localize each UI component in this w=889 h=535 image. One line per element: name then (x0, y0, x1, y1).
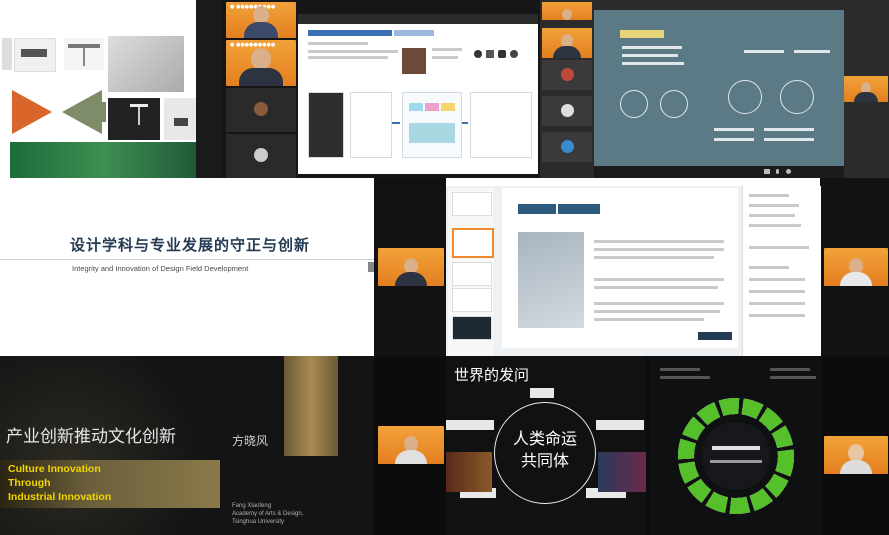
video-tile-off (542, 60, 592, 90)
video-tile: ● ●●●●●●●●● (226, 40, 296, 86)
speaker-info-line: Fang Xiaofeng (232, 503, 272, 509)
slide-title-en: Culture Innovation Through Industrial In… (8, 462, 111, 504)
title-en-line: Through (8, 477, 51, 489)
avatar (561, 140, 574, 153)
stone-image (284, 356, 338, 456)
diagram-circle (660, 90, 688, 118)
top-right-panel (540, 0, 889, 178)
speaker-name-cn: 方晓风 (232, 434, 269, 448)
slide-heading: 世界的发问 (454, 366, 530, 384)
speaker-info-line: Tsinghua University (232, 519, 285, 525)
flow-step (470, 92, 532, 158)
avatar (561, 104, 574, 117)
product-image (2, 38, 12, 70)
slide-title-en: Integrity and Innovation of Design Field… (72, 264, 249, 273)
video-tile (824, 248, 888, 286)
video-tile (824, 436, 888, 474)
video-tile-off (226, 134, 296, 178)
teal-diagram-slide (594, 10, 844, 166)
video-tile (542, 28, 592, 58)
mic-icon[interactable] (776, 169, 779, 174)
product-image (108, 36, 184, 92)
title-en-line: Culture Innovation (8, 463, 101, 475)
product-image (164, 98, 198, 140)
avatar (561, 68, 574, 81)
green-banner-image (10, 142, 196, 178)
product-image (108, 98, 160, 140)
video-tile-off (542, 96, 592, 126)
speaker-photo (402, 48, 426, 74)
sdg-wheel (650, 356, 822, 535)
slide-title-cn: 设计学科与专业发展的守正与创新 (70, 236, 311, 254)
editor-window (446, 178, 821, 356)
thumbnail-rail (448, 188, 494, 356)
flow-step (402, 92, 462, 158)
settings-icon[interactable] (786, 169, 791, 174)
world-slide-panel: 世界的发问 人类命运 共同体 (374, 356, 889, 535)
avatar (254, 148, 268, 162)
video-tile (844, 76, 888, 102)
properties-panel (742, 186, 821, 356)
video-tile: ● ●●●●●●●●● (226, 2, 296, 38)
video-tile (542, 2, 592, 20)
world-slide: 世界的发问 人类命运 共同体 (446, 356, 646, 535)
speaker-info-line: Academy of Arts & Design, (232, 511, 304, 517)
diagram-circle (728, 80, 762, 114)
product-image (14, 38, 56, 72)
diagram-circle (780, 80, 814, 114)
product-image (64, 38, 104, 70)
video-tile-off (542, 132, 592, 162)
center-text-line: 共同体 (520, 451, 569, 470)
slide-divider (0, 259, 374, 260)
diagram-circle (620, 90, 648, 118)
center-text: 人类命运 共同体 (498, 428, 592, 472)
flow-step (308, 92, 344, 158)
slide-title-cn: 产业创新推动文化创新 (6, 427, 176, 447)
video-tile-off (226, 88, 296, 132)
illustration-image (518, 232, 584, 328)
center-text-line: 人类命运 (512, 429, 577, 448)
video-tile (378, 248, 444, 286)
video-icon[interactable] (764, 169, 770, 174)
flowchart-slide (298, 14, 538, 174)
toolbar (594, 166, 844, 178)
top-center-panel: ● ●●●●●●●●● ● ●●●●●●●●● (222, 0, 540, 178)
culture-slide: 产业创新推动文化创新 Culture Innovation Through In… (0, 356, 374, 535)
flow-step (350, 92, 392, 158)
current-page (502, 188, 738, 348)
avatar (254, 102, 268, 116)
top-left-slide (0, 0, 222, 178)
title-slide: 设计学科与专业发展的守正与创新 Integrity and Innovation… (0, 178, 374, 356)
video-tile (378, 426, 444, 464)
title-en-line: Industrial Innovation (8, 491, 112, 503)
doc-editor-panel (374, 178, 889, 356)
speaker-info: Fang Xiaofeng Academy of Arts & Design, … (232, 502, 303, 526)
